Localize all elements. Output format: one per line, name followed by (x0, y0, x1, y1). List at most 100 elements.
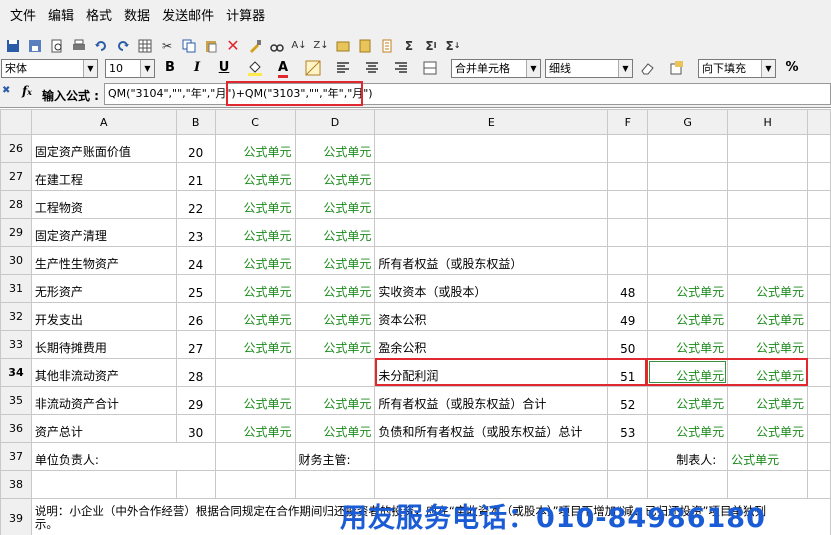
cell-h[interactable]: 公式单元 (727, 414, 809, 443)
find-icon[interactable] (266, 36, 288, 56)
redo-icon[interactable] (112, 36, 134, 56)
cell[interactable] (294, 470, 376, 499)
percent-button[interactable]: % (782, 58, 802, 78)
menu-data[interactable]: 数据 (118, 0, 156, 33)
save-icon[interactable] (2, 36, 24, 56)
cell-g[interactable] (647, 246, 729, 275)
cell-d[interactable]: 公式单元 (294, 274, 376, 303)
column-header[interactable]: E (374, 109, 609, 135)
cell-a[interactable]: 固定资产清理 (30, 218, 177, 247)
cell-c[interactable]: 公式单元 (214, 386, 296, 415)
cell-f[interactable] (607, 190, 649, 219)
cell-f[interactable] (607, 218, 649, 247)
cell-a[interactable]: 资产总计 (30, 414, 177, 443)
merge-cells-select[interactable]: 合并单元格 ▼ (451, 59, 541, 78)
cell-a[interactable]: 固定资产账面价值 (30, 134, 177, 163)
cell-a[interactable]: 生产性生物资产 (30, 246, 177, 275)
cell[interactable] (374, 470, 609, 499)
cell-e[interactable]: 资本公积 (374, 302, 609, 331)
cell-d[interactable]: 公式单元 (294, 414, 376, 443)
save-as-icon[interactable] (24, 36, 46, 56)
cell-g[interactable] (647, 162, 729, 191)
row-header[interactable]: 33 (0, 330, 32, 359)
grid-icon[interactable] (134, 36, 156, 56)
align-center-icon[interactable] (362, 58, 382, 78)
cell[interactable]: 公式单元 (727, 442, 809, 471)
cell-e[interactable] (374, 190, 609, 219)
cell-d[interactable]: 公式单元 (294, 134, 376, 163)
delete-icon[interactable]: ✕ (222, 36, 244, 56)
underline-button[interactable]: U (214, 58, 234, 78)
cell[interactable] (607, 442, 649, 471)
cell-h[interactable]: 公式单元 (727, 302, 809, 331)
cell-b[interactable]: 21 (175, 162, 216, 191)
cell-d[interactable]: 公式单元 (294, 218, 376, 247)
cell-h[interactable] (727, 190, 809, 219)
column-header[interactable]: A (30, 109, 177, 135)
cut-icon[interactable]: ✂ (156, 36, 178, 56)
copy-icon[interactable] (178, 36, 200, 56)
cell-a[interactable]: 开发支出 (30, 302, 177, 331)
cell-g[interactable]: 公式单元 (647, 330, 729, 359)
cell[interactable]: 单位负责人: (30, 442, 216, 471)
cell-e[interactable] (374, 134, 609, 163)
cell-a[interactable]: 长期待摊费用 (30, 330, 177, 359)
column-header[interactable]: D (294, 109, 376, 135)
style-icon[interactable] (667, 58, 687, 78)
cell-b[interactable]: 22 (175, 190, 216, 219)
cell-d[interactable]: 公式单元 (294, 330, 376, 359)
sort-descending-icon[interactable]: Z↓ (310, 36, 332, 56)
row-header[interactable]: 32 (0, 302, 32, 331)
cell[interactable] (175, 470, 216, 499)
cell-e[interactable]: 实收资本（或股本） (374, 274, 609, 303)
cell-g[interactable]: 公式单元 (647, 302, 729, 331)
undo-icon[interactable] (90, 36, 112, 56)
function-icon[interactable]: fx (22, 84, 32, 98)
cell-c[interactable]: 公式单元 (214, 330, 296, 359)
row-header[interactable]: 29 (0, 218, 32, 247)
cell-f[interactable]: 51 (607, 358, 649, 387)
cell-b[interactable]: 29 (175, 386, 216, 415)
cell[interactable] (214, 470, 296, 499)
format-painter-icon[interactable] (244, 36, 266, 56)
cell-e[interactable] (374, 162, 609, 191)
cell[interactable] (647, 470, 729, 499)
cell-f[interactable]: 49 (607, 302, 649, 331)
column-header[interactable]: F (607, 109, 649, 135)
cell-h[interactable]: 公式单元 (727, 358, 809, 387)
cell-a[interactable]: 在建工程 (30, 162, 177, 191)
cell-e[interactable]: 盈余公积 (374, 330, 609, 359)
cell-e[interactable]: 所有者权益（或股东权益） (374, 246, 609, 275)
cell-a[interactable]: 其他非流动资产 (30, 358, 177, 387)
cell-format-icon[interactable] (420, 58, 440, 78)
cell-e[interactable] (374, 218, 609, 247)
row-header[interactable]: 26 (0, 134, 32, 163)
cell-b[interactable]: 25 (175, 274, 216, 303)
eraser-icon[interactable] (638, 58, 658, 78)
print-preview-icon[interactable] (46, 36, 68, 56)
insert-rows-icon[interactable] (332, 36, 354, 56)
cell-c[interactable]: 公式单元 (214, 218, 296, 247)
cell-e[interactable]: 负债和所有者权益（或股东权益）总计 (374, 414, 609, 443)
column-header[interactable]: H (727, 109, 809, 135)
paste-icon[interactable] (200, 36, 222, 56)
cell-g[interactable]: 公式单元 (647, 274, 729, 303)
cell-c[interactable]: 公式单元 (214, 414, 296, 443)
cell-c[interactable]: 公式单元 (214, 134, 296, 163)
cell-g[interactable] (647, 134, 729, 163)
sheet-icon[interactable] (376, 36, 398, 56)
formula-input[interactable]: QM("3104","","年","月")+QM("3103","","年","… (104, 83, 831, 105)
column-header[interactable]: C (214, 109, 296, 135)
cell-c[interactable]: 公式单元 (214, 274, 296, 303)
cell-c[interactable]: 公式单元 (214, 190, 296, 219)
cell-h[interactable] (727, 134, 809, 163)
align-left-icon[interactable] (333, 58, 353, 78)
cell-f[interactable] (607, 162, 649, 191)
close-icon[interactable]: ✖ (2, 85, 10, 96)
cell-a[interactable]: 无形资产 (30, 274, 177, 303)
sum-selection-icon[interactable]: ΣI (420, 36, 442, 56)
cell-c[interactable]: 公式单元 (214, 302, 296, 331)
cell-d[interactable]: 公式单元 (294, 302, 376, 331)
row-header[interactable]: 37 (0, 442, 32, 471)
cell-h[interactable]: 公式单元 (727, 274, 809, 303)
